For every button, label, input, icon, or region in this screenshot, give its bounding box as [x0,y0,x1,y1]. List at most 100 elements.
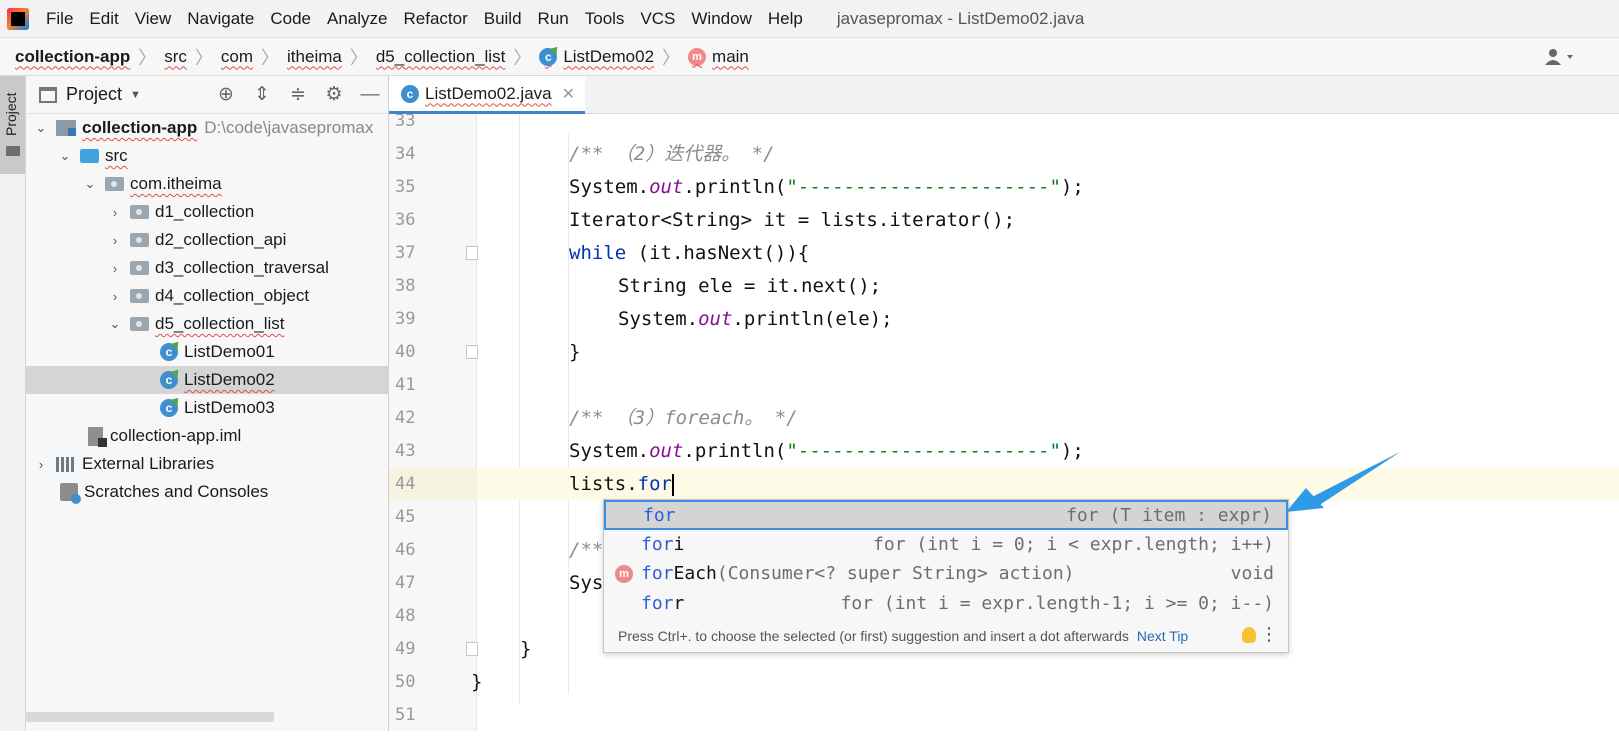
horizontal-scrollbar[interactable] [26,712,274,722]
chevron-down-icon[interactable]: ▼ [130,89,141,101]
project-tool-label: Project [3,92,19,136]
completion-name: for [643,505,676,526]
code-area[interactable]: 33 34 /** （2）迭代器。 */ 35 System.out.print… [389,114,1619,755]
project-tree: ⌄ collection-app D:\code\javasepromax ⌄ … [26,114,388,506]
chevron-right-icon[interactable]: › [108,233,122,248]
menu-edit[interactable]: Edit [81,9,126,29]
window-title: javasepromax - ListDemo02.java [836,8,1085,28]
chevron-down-icon[interactable]: ⌄ [83,176,97,192]
breadcrumb-package[interactable]: d5_collection_list [374,47,507,67]
tree-file1-label: ListDemo01 [184,342,275,361]
next-tip-link[interactable]: Next Tip [1137,628,1188,644]
chevron-down-icon[interactable]: ⌄ [34,120,48,136]
tree-file2-label: ListDemo02 [184,370,275,389]
expand-all-icon[interactable]: ⇕ [244,82,280,108]
tree-item-d5[interactable]: ⌄ d5_collection_list [26,310,388,338]
tree-libs-label: External Libraries [82,454,215,473]
tree-item-d4[interactable]: › d4_collection_object [26,282,388,310]
completion-item-foreach[interactable]: m forEach(Consumer<? super String> actio… [604,560,1288,590]
chevron-down-icon[interactable]: ⌄ [108,316,122,332]
locate-icon[interactable]: ⊕ [208,82,244,108]
minimize-icon[interactable]: — [352,82,388,108]
tree-item-root[interactable]: ⌄ collection-app D:\code\javasepromax [26,114,388,142]
menu-code[interactable]: Code [262,9,319,29]
menu-window[interactable]: Window [683,9,759,29]
collapse-all-icon[interactable]: ≑ [280,82,316,108]
menu-file[interactable]: File [38,9,81,29]
breadcrumb-method[interactable]: m main [686,47,751,67]
fold-marker-icon[interactable] [466,642,478,656]
chevron-right-icon[interactable]: › [34,457,48,472]
chevron-right-icon[interactable]: › [108,289,122,304]
project-panel-toolbar: ⊕ ⇕ ≑ ⚙ — [208,82,388,108]
code-text: System.out.println("--------------------… [569,176,1084,198]
tree-item-listdemo01[interactable]: c ListDemo01 [26,338,388,366]
package-icon [105,177,124,191]
tree-item-iml[interactable]: collection-app.iml [26,422,388,450]
tree-item-src[interactable]: ⌄ src [26,142,388,170]
code-line: 34 /** （2）迭代器。 */ [389,138,1619,171]
code-line: 39 System.out.println(ele); [389,303,1619,336]
tree-item-listdemo03[interactable]: c ListDemo03 [26,394,388,422]
completion-item-fori[interactable]: fori for (int i = 0; i < expr.length; i+… [604,531,1288,561]
tree-item-d3[interactable]: › d3_collection_traversal [26,254,388,282]
code-line: 51 [389,699,1619,732]
menu-vcs[interactable]: VCS [632,9,683,29]
tree-item-package[interactable]: ⌄ com.itheima [26,170,388,198]
code-line-current: 44 lists.for [389,468,1619,501]
tree-src-label: src [105,146,128,165]
gear-icon[interactable]: ⚙ [316,82,352,108]
menu-build[interactable]: Build [476,9,530,29]
line-number: 50 [395,672,416,692]
project-window-icon [39,86,57,103]
breadcrumb-src[interactable]: src [162,47,189,67]
menu-run[interactable]: Run [530,9,577,29]
breadcrumb-com[interactable]: com [219,47,255,67]
more-options-icon[interactable]: ⋮ [1260,624,1278,645]
status-strip [0,731,1619,755]
package-icon [130,205,149,219]
fold-marker-icon[interactable] [466,246,478,260]
scratches-icon [60,483,81,504]
code-line: 40 } [389,336,1619,369]
chevron-down-icon[interactable]: ⌄ [58,148,72,164]
menu-bar: File Edit View Navigate Code Analyze Ref… [0,0,1619,37]
code-comment: /** （2）迭代器。 */ [569,143,775,165]
menu-analyze[interactable]: Analyze [319,9,395,29]
menu-view[interactable]: View [127,9,180,29]
project-tool-button[interactable]: Project [0,76,25,174]
tree-d4-label: d4_collection_object [155,286,310,305]
chevron-right-icon[interactable]: › [108,261,122,276]
tree-item-d1[interactable]: › d1_collection [26,198,388,226]
line-number: 49 [395,639,416,659]
breadcrumb-class[interactable]: c ListDemo02 [537,47,656,67]
close-icon[interactable]: ✕ [562,84,575,104]
chevron-right-icon[interactable]: › [108,205,122,220]
tree-item-libraries[interactable]: › External Libraries [26,450,388,478]
completion-item-for[interactable]: for for (T item : expr) [604,500,1288,530]
lightbulb-icon[interactable] [1242,627,1256,643]
breadcrumb-separator: 〉 [194,47,213,68]
completion-item-forr[interactable]: forr for (int i = expr.length-1; i >= 0;… [604,590,1288,620]
code-line: 35 System.out.println("-----------------… [389,171,1619,204]
project-panel-title[interactable]: Project [66,84,122,105]
completion-template: for (T item : expr) [1066,505,1272,526]
menu-navigate[interactable]: Navigate [179,9,262,29]
fold-marker-icon[interactable] [466,345,478,359]
breadcrumb-itheima[interactable]: itheima [285,47,344,67]
user-account-icon[interactable] [1543,47,1577,67]
code-text: } [471,671,483,693]
menu-refactor[interactable]: Refactor [395,9,475,29]
line-number: 33 [395,114,416,131]
tree-item-d2[interactable]: › d2_collection_api [26,226,388,254]
tree-item-scratches[interactable]: Scratches and Consoles [26,478,388,506]
breadcrumb-project[interactable]: collection-app [13,47,132,67]
menu-tools[interactable]: Tools [577,9,633,29]
tool-window-stripe: Project [0,76,26,755]
tab-listdemo02[interactable]: c ListDemo02.java ✕ [389,76,586,114]
line-number: 38 [395,276,416,296]
code-line: 41 [389,369,1619,402]
annotation-arrow-icon [1286,452,1400,512]
menu-help[interactable]: Help [760,9,811,29]
tree-item-listdemo02[interactable]: c ListDemo02 [26,366,388,394]
